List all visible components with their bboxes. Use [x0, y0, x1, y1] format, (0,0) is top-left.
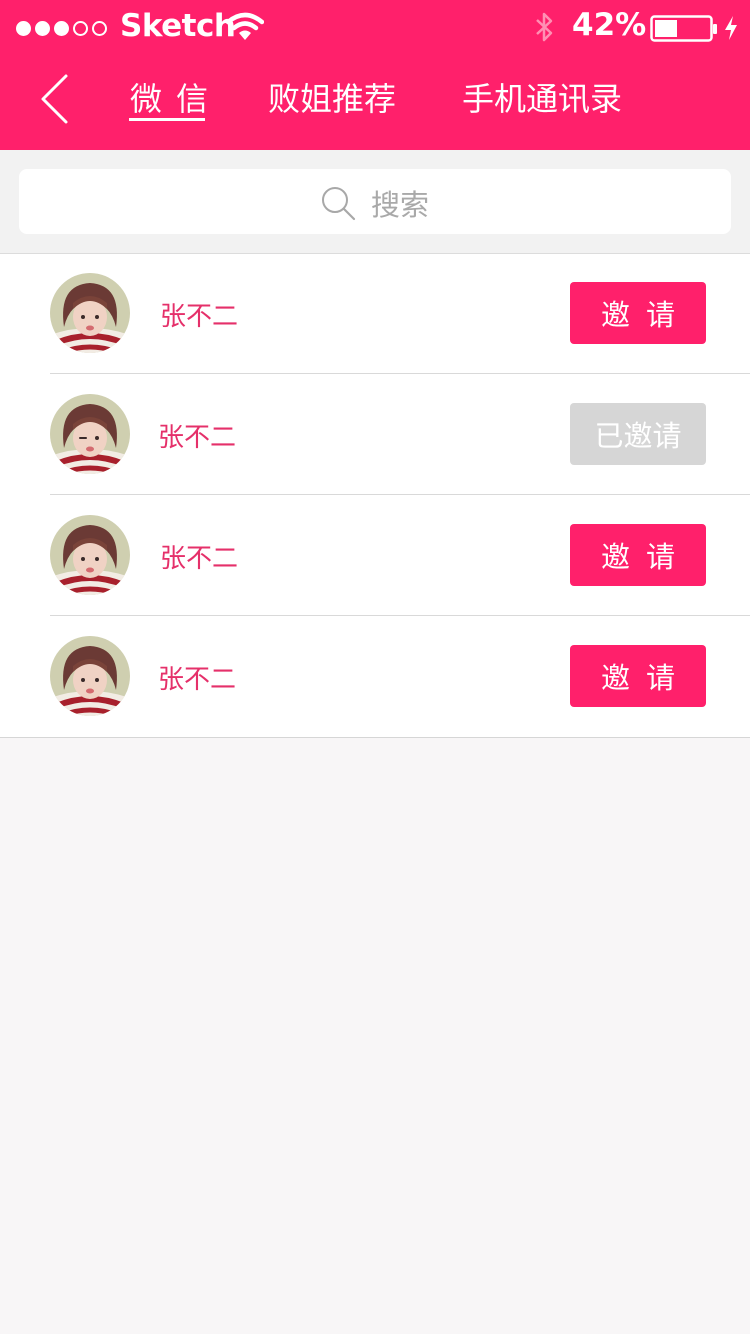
avatar[interactable]	[50, 636, 130, 716]
search-placeholder: 搜索	[371, 188, 430, 222]
tab-recommend[interactable]: 败姐推荐	[268, 74, 396, 120]
status-bar: Sketch 42%	[0, 0, 750, 54]
tab-wechat[interactable]: 微信	[130, 74, 222, 120]
contact-name: 张不二	[160, 302, 239, 332]
avatar[interactable]	[50, 515, 130, 595]
list-item: 张不二 邀请	[0, 617, 750, 737]
charging-icon	[723, 15, 739, 45]
back-button[interactable]	[36, 72, 76, 128]
divider	[50, 615, 750, 616]
divider	[50, 494, 750, 495]
search-bar-container: 搜索	[0, 150, 750, 254]
tab-phone-contacts[interactable]: 手机通讯录	[462, 74, 622, 120]
bluetooth-icon	[534, 11, 556, 47]
avatar[interactable]	[50, 273, 130, 353]
contact-list: 张不二 邀请 张不二 已邀请 张不二 邀请 张不二 邀请	[0, 254, 750, 738]
invite-button[interactable]: 邀请	[570, 282, 706, 344]
chevron-left-icon	[41, 74, 68, 124]
search-input[interactable]: 搜索	[19, 169, 731, 234]
wifi-icon	[225, 12, 265, 46]
list-item: 张不二 邀请	[0, 496, 750, 616]
list-item: 张不二 邀请	[0, 254, 750, 374]
signal-strength-icon	[16, 17, 111, 39]
invite-button[interactable]: 邀请	[570, 645, 706, 707]
contact-name: 张不二	[158, 423, 237, 453]
search-icon	[322, 187, 356, 221]
battery-icon	[650, 15, 718, 47]
carrier-name: Sketch	[120, 8, 236, 44]
battery-percentage: 42%	[572, 7, 647, 43]
divider	[50, 373, 750, 374]
contact-name: 张不二	[160, 544, 239, 574]
contact-name: 张不二	[158, 665, 237, 695]
avatar[interactable]	[50, 394, 130, 474]
invite-button[interactable]: 邀请	[570, 524, 706, 586]
active-tab-indicator	[129, 118, 205, 121]
list-item: 张不二 已邀请	[0, 375, 750, 495]
invited-button[interactable]: 已邀请	[570, 403, 706, 465]
app-header: Sketch 42% 微信 败姐推荐 手机通讯录	[0, 0, 750, 150]
